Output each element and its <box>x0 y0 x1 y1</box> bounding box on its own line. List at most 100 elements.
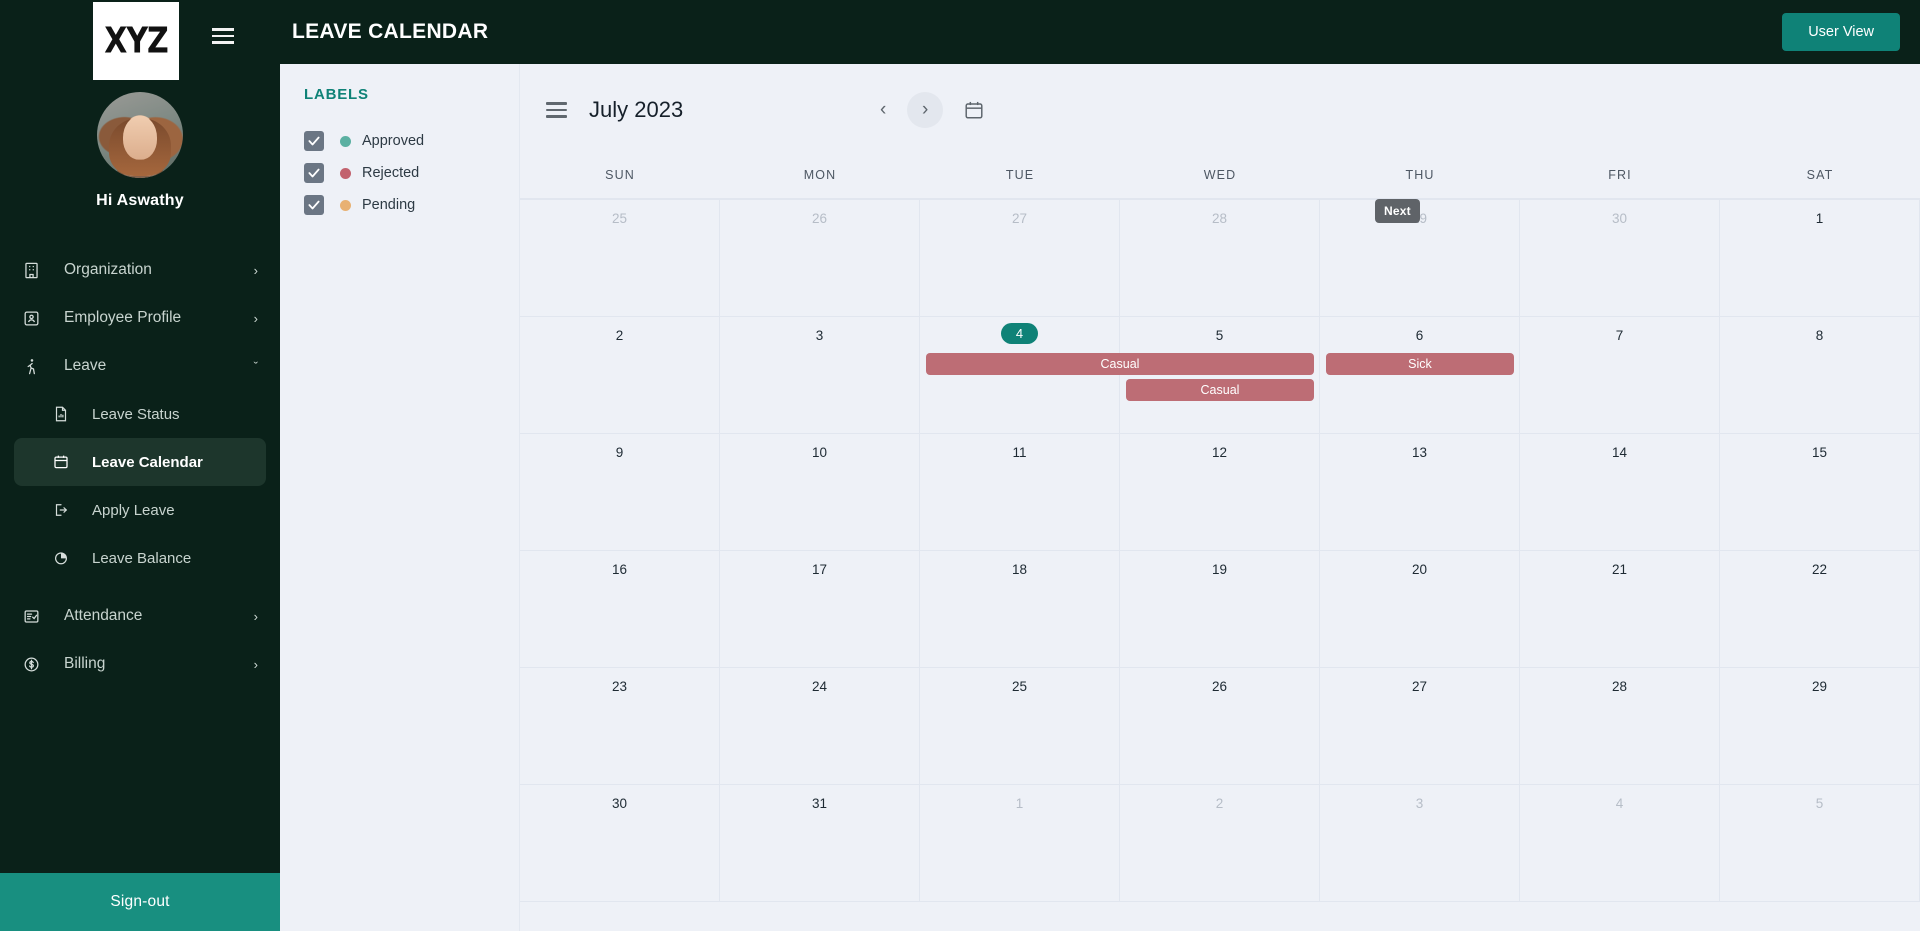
calendar-day-cell[interactable]: 17 <box>720 551 920 667</box>
legend-dot-rejected <box>340 167 351 179</box>
calendar-day-cell[interactable]: 26 <box>1120 668 1320 784</box>
sidebar-menu-toggle-icon[interactable] <box>212 28 234 44</box>
calendar-day-cell[interactable]: 31 <box>720 785 920 901</box>
calendar-day-cell[interactable]: 7 <box>1520 317 1720 433</box>
calendar-day-cell[interactable]: 28 <box>1520 668 1720 784</box>
legend-dot-approved <box>340 135 351 147</box>
sidebar-item-attendance[interactable]: Attendance › <box>0 592 280 640</box>
calendar-day-cell[interactable]: 24 <box>720 668 920 784</box>
checkbox-pending[interactable] <box>304 195 324 215</box>
pie-chart-icon <box>52 549 80 567</box>
sidebar-item-organization[interactable]: Organization › <box>0 246 280 294</box>
calendar-day-cell[interactable]: 3 <box>720 317 920 433</box>
calendar-day-cell[interactable]: 12 <box>1120 434 1320 550</box>
calendar-day-cell[interactable]: 26 <box>720 200 920 316</box>
page-title: LEAVE CALENDAR <box>292 20 489 43</box>
calendar-day-cell[interactable]: 2 <box>520 317 720 433</box>
label-text: Approved <box>362 133 425 149</box>
label-text: Rejected <box>362 165 420 181</box>
date-picker-icon[interactable] <box>963 99 985 121</box>
calendar-day-cell[interactable]: 15 <box>1720 434 1920 550</box>
calendar-day-cell[interactable]: 1 <box>1720 200 1920 316</box>
user-view-button[interactable]: User View <box>1782 13 1900 51</box>
sidebar-item-label: Attendance <box>64 607 143 624</box>
calendar-day-cell[interactable]: 25 <box>920 668 1120 784</box>
calendar-day-cell[interactable]: 11 <box>920 434 1120 550</box>
weekday-label: FRI <box>1608 168 1632 182</box>
calendar-event-chip[interactable]: Sick <box>1325 353 1514 375</box>
calendar-day-cell[interactable]: 19 <box>1120 551 1320 667</box>
calendar-day-cell[interactable]: 28 <box>1120 200 1320 316</box>
calendar-day-cell[interactable]: 6 <box>1320 317 1520 433</box>
sidebar-item-leave-calendar[interactable]: Leave Calendar <box>14 438 266 486</box>
label-row-rejected[interactable]: Rejected <box>298 157 519 189</box>
calendar-day-cell[interactable]: 18 <box>920 551 1120 667</box>
calendar-day-number: 20 <box>1411 562 1428 577</box>
sidebar-item-apply-leave[interactable]: Apply Leave <box>0 486 280 534</box>
calendar-day-cell[interactable]: 27 <box>1320 668 1520 784</box>
calendar-day-cell[interactable]: 8 <box>1720 317 1920 433</box>
weekday-label: SAT <box>1806 168 1834 182</box>
weekday-label: WED <box>1203 168 1237 182</box>
sidebar-item-label: Leave Calendar <box>92 453 203 471</box>
legend-dot-pending <box>340 199 351 211</box>
calendar-day-cell[interactable]: 29 <box>1320 200 1520 316</box>
calendar-day-number: 16 <box>611 562 628 577</box>
calendar-day-number: 27 <box>1411 679 1428 694</box>
calendar-day-cell[interactable]: 20 <box>1320 551 1520 667</box>
calendar-day-cell[interactable]: 10 <box>720 434 920 550</box>
calendar-day-number-today: 4 <box>920 323 1119 344</box>
sidebar-item-leave-balance[interactable]: Leave Balance <box>0 534 280 582</box>
label-row-approved[interactable]: Approved <box>298 125 519 157</box>
calendar-day-cell[interactable]: 25 <box>520 200 720 316</box>
calendar-day-cell[interactable]: 30 <box>520 785 720 901</box>
signout-button[interactable]: Sign-out <box>0 873 280 931</box>
label-row-pending[interactable]: Pending <box>298 189 519 221</box>
calendar-day-cell[interactable]: 22 <box>1720 551 1920 667</box>
prev-month-button[interactable]: ‹ <box>865 92 901 128</box>
calendar-weeks: 25262728293012345678CasualSickCasual9101… <box>520 199 1920 902</box>
calendar-day-number: 25 <box>1011 679 1028 694</box>
calendar-day-number: 13 <box>1411 445 1428 460</box>
sidebar-item-employee-profile[interactable]: Employee Profile › <box>0 294 280 342</box>
calendar-day-number: 12 <box>1211 445 1228 460</box>
sidebar-item-leave-status[interactable]: Leave Status <box>0 390 280 438</box>
sidebar-item-billing[interactable]: Billing › <box>0 640 280 688</box>
calendar-day-cell[interactable]: 16 <box>520 551 720 667</box>
calendar-day-cell[interactable]: 4 <box>920 317 1120 433</box>
sidebar-item-label: Organization <box>64 261 152 278</box>
calendar-day-cell[interactable]: 29 <box>1720 668 1920 784</box>
calendar-day-number: 15 <box>1811 445 1828 460</box>
checkbox-rejected[interactable] <box>304 163 324 183</box>
calendar-day-cell[interactable]: 14 <box>1520 434 1720 550</box>
calendar-day-number: 14 <box>1611 445 1628 460</box>
calendar-day-cell[interactable]: 5 <box>1720 785 1920 901</box>
calendar-day-cell[interactable]: 13 <box>1320 434 1520 550</box>
calendar-day-number: 24 <box>811 679 828 694</box>
calendar-week-row: 9 10 11 12 13 14 15 <box>520 434 1920 551</box>
calendar-day-cell[interactable]: 21 <box>1520 551 1720 667</box>
checkbox-approved[interactable] <box>304 131 324 151</box>
sidebar-item-leave[interactable]: Leave ˇ <box>0 342 280 390</box>
calendar-event-chip[interactable]: Casual <box>1126 379 1314 401</box>
calendar-day-cell[interactable]: 1 <box>920 785 1120 901</box>
calendar-day-cell[interactable]: 2 <box>1120 785 1320 901</box>
calendar-menu-toggle-icon[interactable] <box>546 102 567 118</box>
calendar-day-cell[interactable]: 27 <box>920 200 1120 316</box>
calendar-day-cell[interactable]: 30 <box>1520 200 1720 316</box>
calendar-day-number: 1 <box>1015 796 1024 811</box>
calendar-day-cell[interactable]: 3 <box>1320 785 1520 901</box>
next-month-button[interactable]: › <box>907 92 944 128</box>
calendar-day-number: 28 <box>1211 211 1228 226</box>
sidebar-item-label: Billing <box>64 655 106 672</box>
calendar-day-cell[interactable]: 5 <box>1120 317 1320 433</box>
calendar-day-cell[interactable]: 23 <box>520 668 720 784</box>
calendar-day-number: 21 <box>1611 562 1628 577</box>
id-card-icon <box>22 309 52 328</box>
calendar-day-cell[interactable]: 4 <box>1520 785 1720 901</box>
calendar-event-chip[interactable]: Casual <box>925 353 1314 375</box>
calendar-day-cell[interactable]: 9 <box>520 434 720 550</box>
main-area: LEAVE CALENDAR User View LABELS Approved <box>280 0 1920 931</box>
calendar-week-row: 25 26 27 28 29 30 1 <box>520 200 1920 317</box>
logout-arrow-icon <box>52 501 80 519</box>
